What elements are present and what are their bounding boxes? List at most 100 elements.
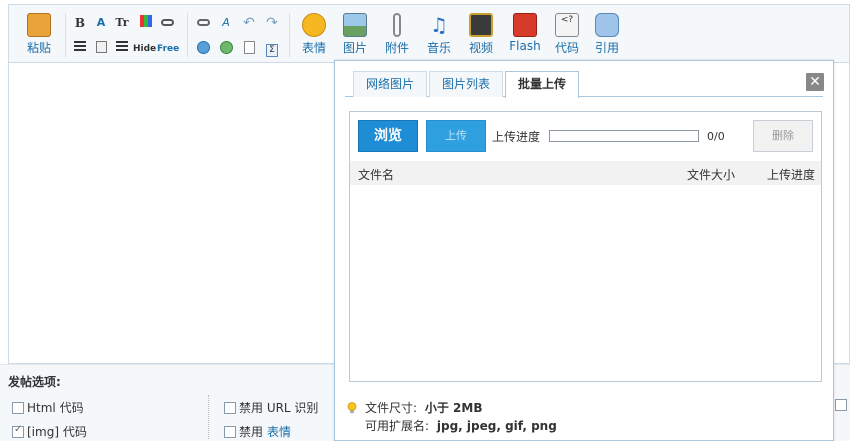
flash-button[interactable]: Flash — [503, 13, 547, 59]
background-color-button[interactable] — [138, 15, 154, 31]
disable-url-option[interactable]: 禁用 URL 识别 — [224, 399, 318, 416]
paperclip-icon — [393, 13, 401, 37]
image-upload-dialog: 网络图片 图片列表 批量上传 ✕ 浏览 上传 上传进度 0/0 删除 文件名 文… — [334, 60, 834, 441]
video-button[interactable]: 视频 — [461, 13, 501, 59]
progress-bar — [549, 130, 699, 142]
extra-option[interactable] — [835, 399, 850, 411]
bold-button[interactable]: B — [72, 15, 88, 31]
smiley-icon — [302, 13, 326, 37]
disable-emoticon-option[interactable]: 禁用 表情 — [224, 423, 291, 440]
column-upload-progress: 上传进度 — [767, 168, 816, 182]
column-file-size: 文件大小 — [687, 168, 736, 182]
code-label: 代码 — [554, 41, 579, 55]
align-left-button[interactable] — [72, 41, 88, 57]
tab-image-list[interactable]: 图片列表 — [429, 71, 504, 97]
file-size-tip: 文件尺寸: 小于 2MB — [347, 399, 557, 417]
lightbulb-icon — [347, 402, 357, 414]
toolbar-divider — [65, 13, 66, 57]
file-size-prefix: 文件尺寸: — [365, 401, 418, 415]
disable-url-label: 禁用 URL 识别 — [239, 401, 319, 415]
toolbar-divider — [187, 13, 188, 57]
tab-batch-upload[interactable]: 批量上传 — [505, 71, 580, 98]
delete-button[interactable]: 删除 — [753, 120, 813, 152]
file-list — [350, 185, 821, 381]
disable-emoticon-checkbox[interactable] — [224, 425, 236, 438]
progress-count: 0/0 — [707, 130, 725, 143]
attach-label: 附件 — [384, 41, 409, 55]
img-code-checkbox[interactable] — [12, 424, 24, 438]
color-grid-icon — [140, 15, 152, 27]
font-size-button[interactable]: Tr — [114, 15, 130, 31]
dialog-tabs: 网络图片 图片列表 批量上传 — [345, 71, 823, 98]
ordered-list-icon — [116, 41, 128, 52]
upload-button[interactable]: 上传 — [426, 120, 486, 152]
video-label: 视频 — [468, 41, 493, 55]
editor-toolbar: 粘贴 B A Tr Hide Free A ↶ ↷ Σ 表情 图片 附件 ♫ 音… — [9, 5, 849, 63]
undo-icon: ↶ — [243, 15, 255, 31]
extensions-prefix: 可用扩展名: — [365, 419, 430, 433]
file-size-value: 小于 2MB — [424, 401, 483, 415]
code-button[interactable]: <? 代码 — [547, 13, 587, 59]
formula-button[interactable]: Σ — [264, 41, 280, 57]
list-button[interactable] — [114, 41, 130, 57]
extensions-tip: 可用扩展名: jpg, jpeg, gif, png — [347, 417, 557, 435]
paste-button[interactable]: 粘贴 — [19, 13, 59, 59]
flash-label: Flash — [509, 39, 541, 53]
unlink-icon — [196, 19, 210, 26]
globe-icon — [196, 41, 210, 54]
html-code-label: Html 代码 — [27, 401, 84, 415]
html-code-option[interactable]: Html 代码 — [12, 399, 84, 416]
flash-icon — [513, 13, 537, 37]
font-color-button[interactable]: A — [93, 15, 109, 31]
hide-button[interactable]: Hide — [133, 41, 156, 57]
speech-bubble-icon — [595, 13, 619, 37]
chain-link-icon — [160, 19, 174, 26]
progress-label: 上传进度 — [492, 130, 541, 144]
emoticon-button[interactable]: 表情 — [294, 13, 334, 59]
image-label: 图片 — [342, 41, 367, 55]
img-code-option[interactable]: [img] 代码 — [12, 423, 87, 440]
code-icon: <? — [555, 13, 579, 37]
upload-tips: 文件尺寸: 小于 2MB 可用扩展名: jpg, jpeg, gif, png — [347, 399, 557, 435]
quote-button[interactable]: 引用 — [587, 13, 627, 59]
img-code-label: [img] 代码 — [27, 425, 87, 439]
quote-label: 引用 — [594, 41, 619, 55]
remove-format-icon: A — [222, 16, 230, 29]
disable-url-checkbox[interactable] — [224, 401, 236, 414]
browse-button[interactable]: 浏览 — [358, 120, 418, 152]
extra-option-checkbox[interactable] — [835, 399, 847, 411]
disable-emoticon-prefix: 禁用 — [239, 425, 264, 439]
extensions-value: jpg, jpeg, gif, png — [436, 419, 557, 433]
upload-panel: 浏览 上传 上传进度 0/0 删除 文件名 文件大小 上传进度 — [349, 111, 822, 382]
column-file-name: 文件名 — [358, 168, 395, 182]
sigma-icon: Σ — [266, 44, 278, 57]
paste-label: 粘贴 — [26, 41, 51, 55]
emoticon-label: 表情 — [301, 41, 326, 55]
media-button[interactable] — [218, 41, 234, 57]
toolbar-divider — [289, 13, 290, 57]
page-icon — [243, 41, 255, 54]
music-note-icon: ♫ — [430, 13, 448, 37]
close-button[interactable]: ✕ — [806, 73, 824, 91]
video-screen-icon — [469, 13, 493, 37]
image-link-button[interactable] — [195, 41, 211, 57]
unlink-button[interactable] — [195, 15, 211, 31]
image-button[interactable]: 图片 — [335, 13, 375, 59]
undo-button[interactable]: ↶ — [241, 15, 257, 31]
free-button[interactable]: Free — [157, 41, 179, 57]
music-label: 音乐 — [426, 41, 451, 55]
music-button[interactable]: ♫ 音乐 — [419, 13, 459, 59]
redo-button[interactable]: ↷ — [264, 15, 280, 31]
float-button[interactable] — [93, 41, 109, 57]
attach-button[interactable]: 附件 — [377, 13, 417, 59]
html-code-checkbox[interactable] — [12, 401, 24, 414]
align-left-icon — [74, 41, 86, 52]
link-button[interactable] — [159, 15, 175, 31]
disable-emoticon-link[interactable]: 表情 — [267, 423, 291, 440]
clipboard-icon — [27, 13, 51, 37]
close-icon: ✕ — [809, 74, 821, 90]
tab-web-image[interactable]: 网络图片 — [353, 71, 428, 97]
page-button[interactable] — [241, 41, 257, 57]
file-list-header: 文件名 文件大小 上传进度 — [350, 161, 821, 185]
remove-format-button[interactable]: A — [218, 15, 234, 31]
